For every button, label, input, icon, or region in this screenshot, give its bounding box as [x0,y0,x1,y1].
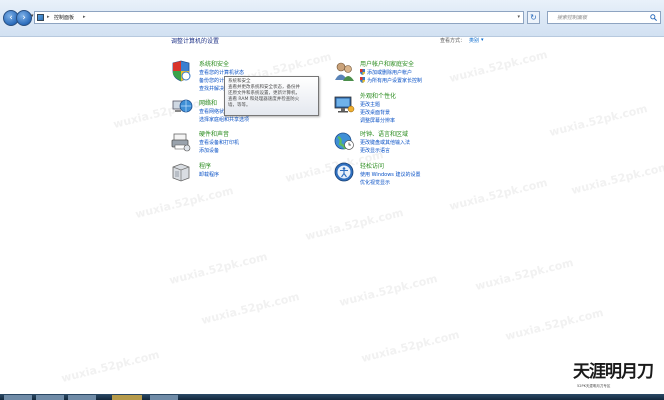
watermark: wuxia.52pk.com [447,48,549,85]
watermark: wuxia.52pk.com [199,290,301,327]
category-title-ease-of-access[interactable]: 轻松访问 [360,161,384,170]
view-by-dropdown[interactable]: 类别 [469,37,479,44]
link-change-display-language[interactable]: 更改显示语言 [360,147,390,154]
taskbar-button[interactable] [112,395,142,400]
category-title-programs[interactable]: 程序 [199,161,211,170]
programs-box-icon[interactable] [170,161,192,183]
appearance-monitor-icon[interactable] [333,93,355,115]
forward-button[interactable]: › [16,10,32,26]
category-title-network[interactable]: 网络和 [199,98,217,107]
address-field[interactable]: ▸ 控制面板 ▸ ▾ [34,11,524,24]
watermark: wuxia.52pk.com [359,328,461,365]
watermark: wuxia.52pk.com [303,206,405,243]
user-accounts-icon[interactable] [333,60,355,82]
ease-of-access-icon[interactable] [333,161,355,183]
system-security-shield-icon[interactable] [170,60,192,82]
link-change-theme[interactable]: 更改主题 [360,101,380,108]
search-input[interactable]: 搜索控制面板 [547,11,661,24]
category-title-system-security[interactable]: 系统和安全 [199,59,229,68]
category-title-user-accounts[interactable]: 用户帐户和家庭安全 [360,59,414,68]
breadcrumb-separator-icon[interactable]: ▸ [83,14,86,20]
watermark: wuxia.52pk.com [547,102,649,139]
link-use-windows-recommended-settings[interactable]: 使用 Windows 建议的设置 [360,171,421,178]
taskbar-button[interactable] [150,395,178,400]
category-title-clock-language-region[interactable]: 时钟、语言和区域 [360,129,408,138]
taskbar-button[interactable] [68,395,96,400]
link-uninstall-program[interactable]: 卸载程序 [199,171,219,178]
taskbar-button[interactable] [36,395,64,400]
breadcrumb-separator-icon[interactable]: ▸ [47,14,50,20]
tooltip-line: 墙，等等。 [228,103,251,108]
control-panel-icon [37,14,44,21]
network-globe-icon[interactable] [171,95,193,117]
link-adjust-screen-resolution[interactable]: 调整屏幕分辨率 [360,117,395,124]
category-title-appearance[interactable]: 外观和个性化 [360,91,396,100]
hardware-printer-icon[interactable] [170,130,192,152]
tooltip-system-security: 系统和安全 查看并更改系统和安全状态，备份并 还原文件和系统设置，更新计算机， … [224,76,319,116]
view-by-dropdown-icon[interactable]: ▾ [481,37,484,43]
watermark: wuxia.52pk.com [337,272,439,309]
breadcrumb-control-panel[interactable]: 控制面板 [54,14,74,21]
uac-shield-icon [360,69,365,75]
category-title-hardware-sound[interactable]: 硬件和声音 [199,129,229,138]
watermark: wuxia.52pk.com [59,348,161,385]
clock-globe-icon[interactable] [333,130,355,152]
search-placeholder: 搜索控制面板 [557,15,588,21]
watermark: wuxia.52pk.com [167,250,269,287]
link-homegroup-sharing[interactable]: 选择家庭组和共享选项 [199,116,249,123]
watermark: wuxia.52pk.com [569,160,664,197]
address-dropdown-icon[interactable]: ▾ [517,14,520,20]
link-parental-controls[interactable]: 为所有用户设置家长控制 [367,77,422,84]
link-add-device[interactable]: 添加设备 [199,147,219,154]
link-view-network-status[interactable]: 查看网络状 [199,108,224,115]
page-title: 调整计算机的设置 [171,38,220,45]
watermark: wuxia.52pk.com [473,256,575,293]
refresh-button[interactable]: ↻ [527,11,540,24]
view-by-label: 查看方式： [440,38,466,44]
site-logo-subtitle: 52PK天涯明月刀专区 [577,384,611,388]
link-add-remove-user-accounts[interactable]: 添加或删除用户帐户 [367,69,412,76]
search-icon[interactable] [650,14,657,21]
watermark: wuxia.52pk.com [133,184,235,221]
watermark: wuxia.52pk.com [111,94,213,131]
link-devices-printers[interactable]: 查看设备和打印机 [199,139,239,146]
uac-shield-icon [360,77,365,83]
link-optimize-visual-display[interactable]: 优化视觉显示 [360,179,390,186]
taskbar-button[interactable] [4,395,32,400]
address-toolbar: ‹ › ▾ ▸ 控制面板 ▸ ▾ ↻ 搜索控制面板 [0,0,664,37]
link-view-computer-status[interactable]: 查看您的计算机状态 [199,69,244,76]
link-change-keyboard-input[interactable]: 更改键盘或其他输入法 [360,139,410,146]
watermark: wuxia.52pk.com [447,176,549,213]
site-logo: 天涯明月刀 [573,362,654,382]
taskbar [0,394,664,400]
link-change-desktop-background[interactable]: 更改桌面背景 [360,109,390,116]
watermark: wuxia.52pk.com [503,306,605,343]
